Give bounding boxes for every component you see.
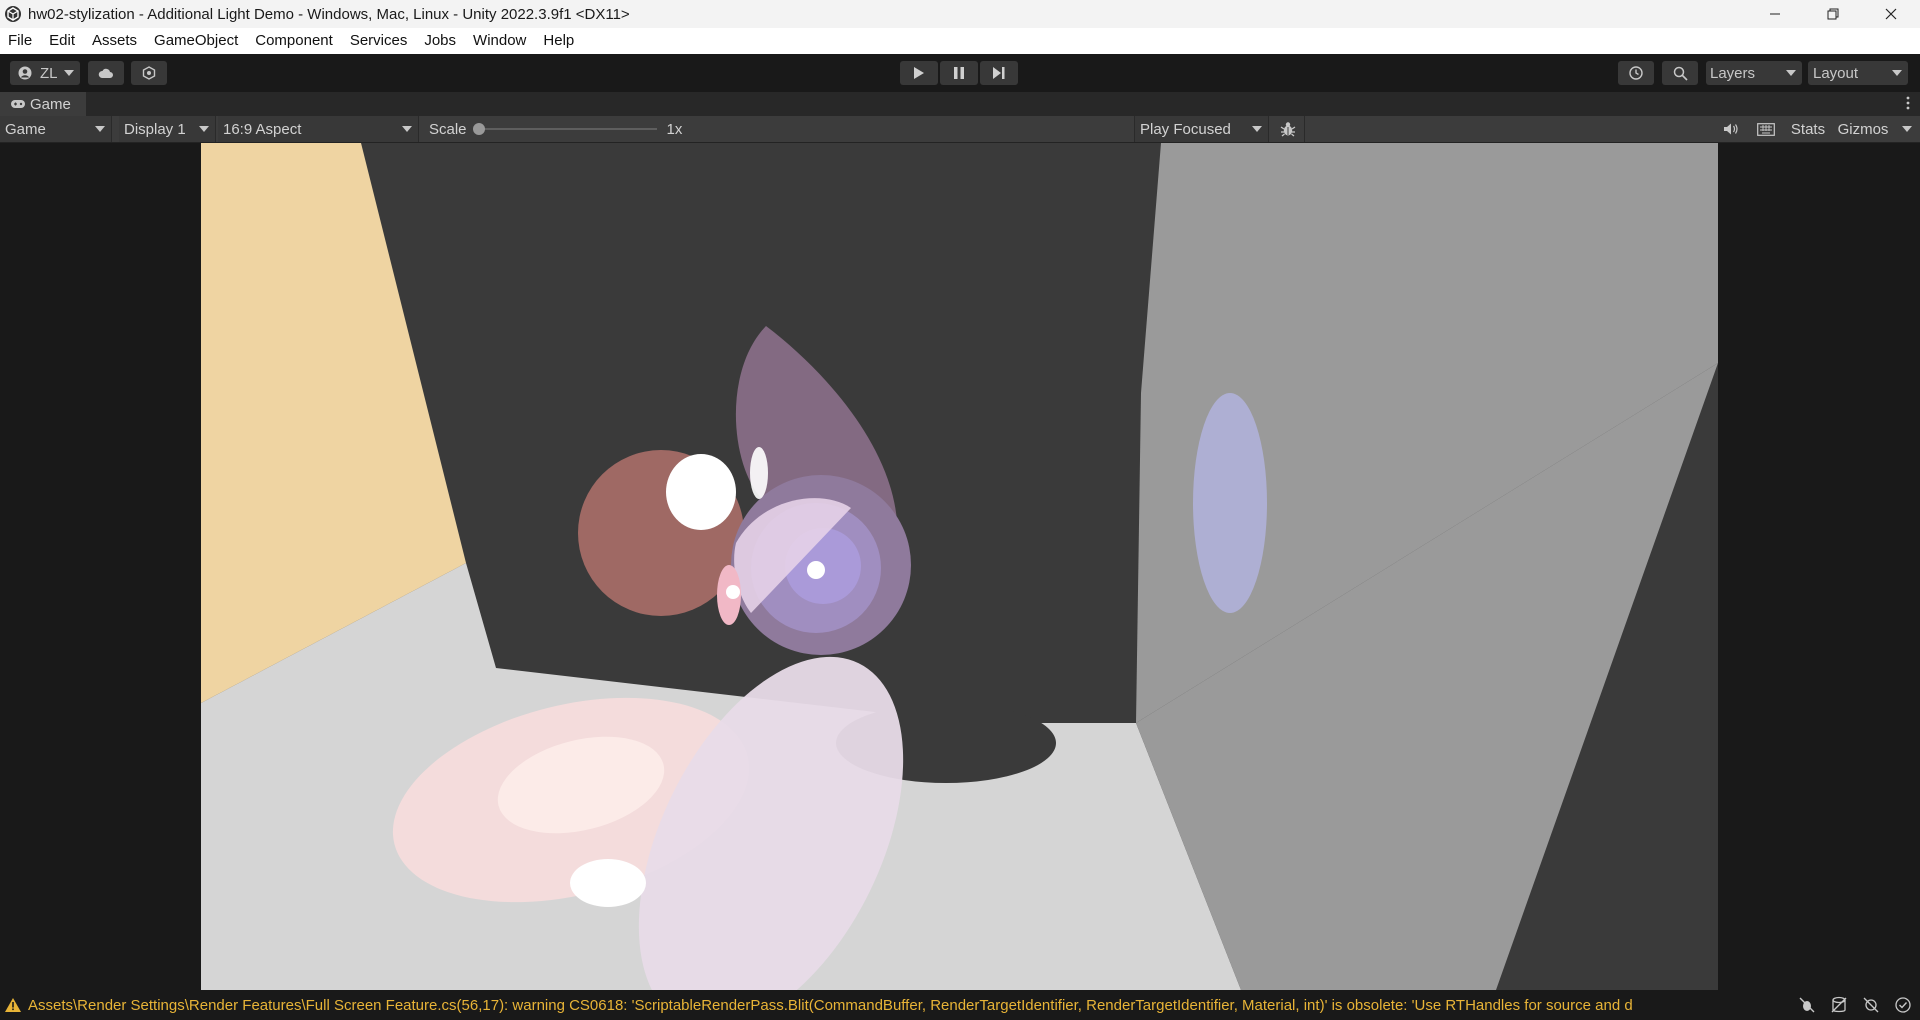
tab-menu-button[interactable] xyxy=(1906,96,1914,112)
play-mode-label: Play Focused xyxy=(1140,120,1231,138)
collab-button[interactable] xyxy=(131,61,167,85)
menu-assets[interactable]: Assets xyxy=(84,28,146,54)
close-button[interactable] xyxy=(1862,0,1920,28)
menu-services[interactable]: Services xyxy=(342,28,417,54)
cache-server-icon[interactable] xyxy=(1830,996,1848,1014)
play-mode-dropdown[interactable]: Play Focused xyxy=(1134,116,1269,142)
chevron-down-icon xyxy=(64,70,74,76)
window-title: hw02-stylization - Additional Light Demo… xyxy=(28,5,630,23)
restore-icon xyxy=(1827,8,1839,20)
play-icon xyxy=(914,67,924,79)
progress-check-icon[interactable] xyxy=(1894,996,1912,1014)
keyboard-icon xyxy=(1757,122,1775,136)
view-mode-label: Game xyxy=(5,120,46,138)
display-dropdown[interactable]: Display 1 xyxy=(119,116,216,142)
gizmos-label: Gizmos xyxy=(1837,120,1889,138)
mute-audio-button[interactable] xyxy=(1719,116,1743,142)
menu-file[interactable]: File xyxy=(0,28,41,54)
title-bar: hw02-stylization - Additional Light Demo… xyxy=(0,0,1920,28)
history-button[interactable] xyxy=(1618,61,1654,85)
aspect-dropdown[interactable]: 16:9 Aspect xyxy=(218,116,419,142)
chevron-down-icon xyxy=(199,126,209,132)
console-status-bar[interactable]: Assets\Render Settings\Render Features\F… xyxy=(0,990,1920,1020)
layers-label: Layers xyxy=(1710,64,1756,82)
game-tab-bar: Game xyxy=(0,92,1920,116)
menu-bar: File Edit Assets GameObject Component Se… xyxy=(0,28,1920,54)
chevron-down-icon xyxy=(1902,126,1912,132)
unity-logo-icon xyxy=(5,6,21,22)
game-render-view[interactable] xyxy=(201,143,1718,990)
gizmos-button[interactable]: Gizmos xyxy=(1833,116,1893,142)
status-message: Assets\Render Settings\Render Features\F… xyxy=(28,996,1633,1014)
menu-window[interactable]: Window xyxy=(465,28,535,54)
stats-button[interactable]: Stats xyxy=(1788,116,1828,142)
cloud-icon xyxy=(98,68,113,78)
frame-debugger-button[interactable] xyxy=(1271,116,1305,142)
chevron-down-icon xyxy=(95,126,105,132)
account-icon xyxy=(18,66,32,80)
warning-icon xyxy=(5,998,21,1012)
rendered-scene-image xyxy=(201,143,1718,990)
account-button[interactable]: ZL xyxy=(10,61,80,85)
step-button[interactable] xyxy=(980,61,1018,85)
scale-value: 1x xyxy=(666,120,683,138)
close-icon xyxy=(1885,8,1897,20)
gizmos-dropdown-arrow[interactable] xyxy=(1896,116,1916,142)
layout-dropdown[interactable]: Layout xyxy=(1808,61,1908,85)
account-label: ZL xyxy=(40,64,58,82)
chevron-down-icon xyxy=(1252,126,1262,132)
scale-label: Scale xyxy=(429,120,467,138)
menu-help[interactable]: Help xyxy=(535,28,583,54)
pause-button[interactable] xyxy=(940,61,978,85)
debug-mode-icon[interactable] xyxy=(1798,996,1816,1014)
scale-slider-handle[interactable] xyxy=(472,123,485,135)
aspect-label: 16:9 Aspect xyxy=(223,120,302,138)
minimize-button[interactable] xyxy=(1746,0,1804,28)
game-view-toolbar: Game Display 1 16:9 Aspect Scale 1x Play… xyxy=(0,116,1920,143)
display-label: Display 1 xyxy=(124,120,186,138)
search-button[interactable] xyxy=(1662,61,1698,85)
speaker-icon xyxy=(1724,123,1738,135)
shortcuts-button[interactable] xyxy=(1751,116,1781,142)
collab-icon xyxy=(142,66,156,80)
restore-button[interactable] xyxy=(1804,0,1862,28)
tab-game[interactable]: Game xyxy=(0,92,86,116)
view-mode-dropdown[interactable]: Game xyxy=(0,116,112,142)
layout-label: Layout xyxy=(1813,64,1859,82)
pause-icon xyxy=(954,67,964,79)
main-toolbar: ZL Layers Layout xyxy=(0,54,1920,92)
menu-component[interactable]: Component xyxy=(247,28,342,54)
play-button[interactable] xyxy=(900,61,938,85)
kebab-menu-icon xyxy=(1906,96,1910,110)
menu-edit[interactable]: Edit xyxy=(41,28,84,54)
menu-gameobject[interactable]: GameObject xyxy=(146,28,247,54)
cloud-button[interactable] xyxy=(88,61,124,85)
scale-control: Scale 1x xyxy=(429,116,699,142)
scale-slider-track[interactable] xyxy=(472,123,657,135)
stats-label: Stats xyxy=(1790,120,1826,138)
menu-jobs[interactable]: Jobs xyxy=(416,28,465,54)
auto-generate-lighting-icon[interactable] xyxy=(1862,996,1880,1014)
search-icon xyxy=(1673,66,1688,81)
chevron-down-icon xyxy=(1786,70,1796,76)
bug-icon xyxy=(1280,122,1295,137)
chevron-down-icon xyxy=(402,126,412,132)
minimize-icon xyxy=(1770,13,1780,15)
history-icon xyxy=(1629,66,1643,80)
chevron-down-icon xyxy=(1892,70,1902,76)
tab-game-label: Game xyxy=(30,95,71,113)
gamepad-icon xyxy=(11,100,25,108)
step-icon xyxy=(993,67,1005,79)
layers-dropdown[interactable]: Layers xyxy=(1706,61,1802,85)
